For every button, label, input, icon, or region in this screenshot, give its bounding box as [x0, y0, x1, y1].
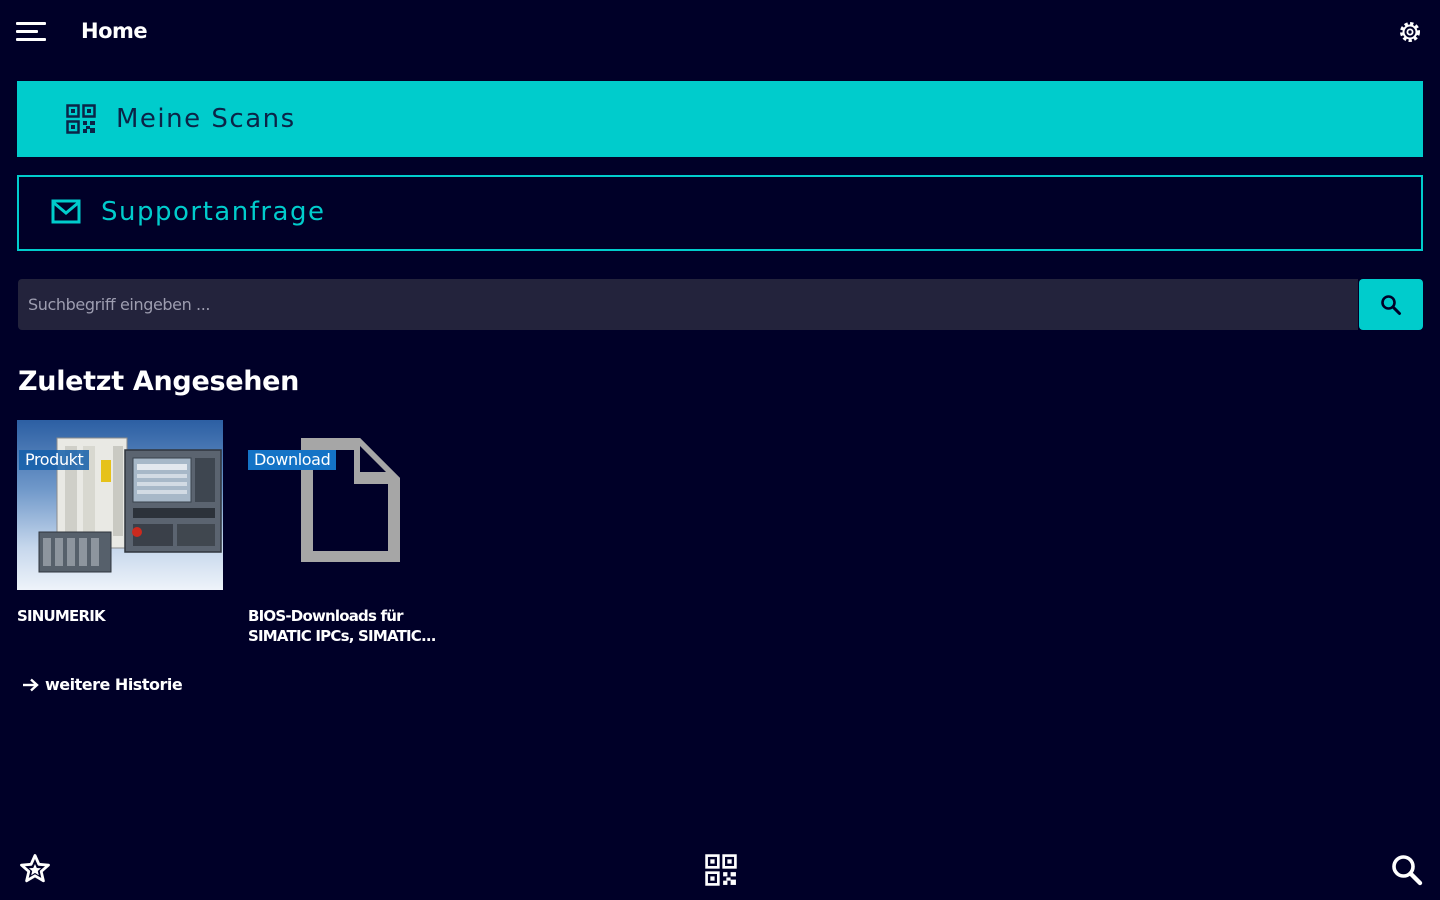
recently-viewed-title: Zuletzt Angesehen	[18, 366, 300, 397]
search-icon	[1381, 295, 1401, 315]
my-scans-label: Meine Scans	[116, 104, 296, 134]
support-request-button[interactable]: Supportanfrage	[17, 175, 1423, 251]
recent-item-title: SINUMERIK	[17, 607, 106, 625]
document-icon	[301, 438, 400, 562]
envelope-icon	[51, 199, 81, 225]
qr-code-icon	[66, 104, 96, 134]
more-history-label: weitere Historie	[45, 675, 183, 694]
search-bar	[18, 279, 1423, 330]
recent-item-title: BIOS-Downloads für SIMATIC IPCs, SIMATIC…	[248, 607, 437, 645]
item-type-badge: Produkt	[19, 450, 90, 470]
my-scans-button[interactable]: Meine Scans	[17, 81, 1423, 157]
arrow-right-icon	[23, 678, 39, 691]
app-root: Home Meine Scans Supportanfrage Suchbegr…	[0, 0, 1440, 900]
search-input[interactable]	[18, 279, 1358, 330]
app-header: Home	[0, 0, 1440, 64]
support-request-label: Supportanfrage	[101, 197, 326, 227]
star-icon[interactable]	[19, 853, 51, 885]
recent-item-sinumerik[interactable]: Produkt SINUMERIK	[17, 420, 223, 626]
page-title: Home	[81, 19, 148, 43]
search-button[interactable]	[1359, 279, 1423, 330]
more-history-link[interactable]: weitere Historie	[22, 675, 183, 694]
recent-item-bios-downloads[interactable]: Download BIOS-Downloads für SIMATIC IPCs…	[248, 420, 468, 646]
qr-code-icon[interactable]	[705, 854, 737, 886]
product-image: Produkt	[17, 420, 223, 590]
hamburger-menu-icon[interactable]	[16, 20, 46, 44]
document-thumbnail: Download	[248, 420, 454, 590]
search-icon[interactable]	[1390, 853, 1424, 887]
item-type-badge: Download	[248, 450, 337, 470]
gear-icon[interactable]	[1398, 20, 1422, 44]
